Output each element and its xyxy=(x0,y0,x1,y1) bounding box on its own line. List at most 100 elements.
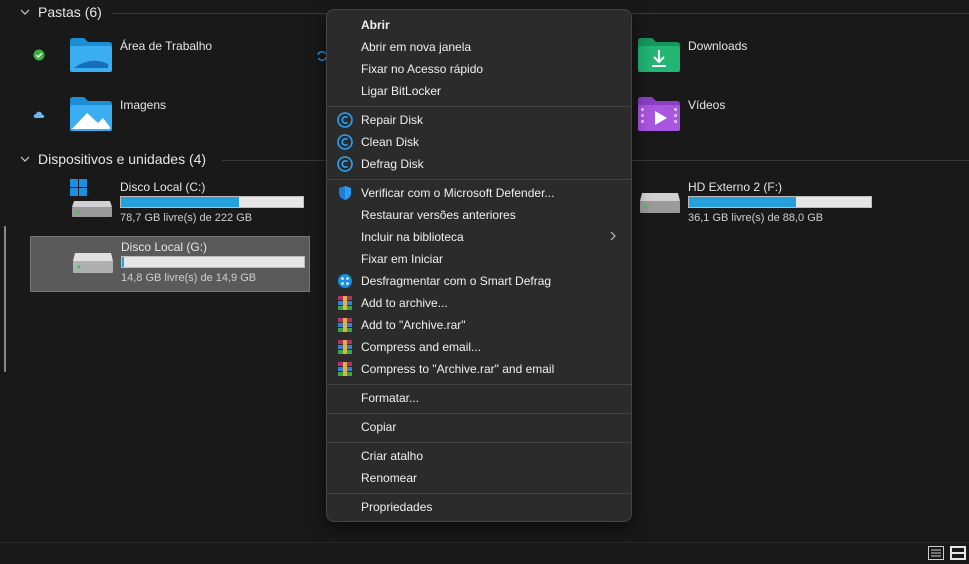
drive-name: HD Externo 2 (F:) xyxy=(688,180,783,194)
drive-usage-fill xyxy=(121,197,240,207)
menu-separator xyxy=(327,442,631,443)
copyright-disk-icon xyxy=(337,112,353,128)
pictures-folder-icon xyxy=(70,97,112,131)
menu-item-formatar[interactable]: Formatar... xyxy=(331,387,627,409)
desktop-folder-icon xyxy=(70,38,112,72)
chevron-right-icon xyxy=(610,231,616,241)
winrar-icon xyxy=(338,340,352,354)
menu-item-compress-email[interactable]: Compress and email... xyxy=(331,336,627,358)
folder-label: Vídeos xyxy=(688,98,726,112)
menu-item-label: Verificar com o Microsoft Defender... xyxy=(361,186,555,200)
menu-item-label: Copiar xyxy=(361,420,397,434)
menu-item-compress-rar-email[interactable]: Compress to "Archive.rar" and email xyxy=(331,358,627,380)
menu-item-renomear[interactable]: Renomear xyxy=(331,467,627,489)
menu-item-label: Renomear xyxy=(361,471,418,485)
windows-drive-icon xyxy=(70,179,112,217)
drive-name: Disco Local (C:) xyxy=(120,180,206,194)
context-menu: Abrir Abrir em nova janela Fixar no Aces… xyxy=(326,9,632,522)
drive-item-f[interactable]: HD Externo 2 (F:) 36,1 GB livre(s) de 88… xyxy=(598,177,878,233)
drive-item-c[interactable]: Disco Local (C:) 78,7 GB livre(s) de 222… xyxy=(30,177,310,233)
menu-item-smart-defrag[interactable]: Desfragmentar com o Smart Defrag xyxy=(331,270,627,292)
folder-label: Downloads xyxy=(688,39,748,53)
tiles-view-icon[interactable] xyxy=(950,546,966,560)
menu-item-label: Abrir xyxy=(361,18,390,32)
menu-separator xyxy=(327,493,631,494)
menu-item-restaurar-versoes[interactable]: Restaurar versões anteriores xyxy=(331,204,627,226)
menu-item-label: Compress to "Archive.rar" and email xyxy=(361,362,555,376)
group-header-devices[interactable]: Dispositivos e unidades (4) xyxy=(20,151,206,167)
folder-label: Imagens xyxy=(120,98,167,112)
menu-separator xyxy=(327,384,631,385)
menu-item-label: Desfragmentar com o Smart Defrag xyxy=(361,274,552,288)
menu-item-fixar-iniciar[interactable]: Fixar em Iniciar xyxy=(331,248,627,270)
divider xyxy=(112,13,326,14)
drive-usage-bar xyxy=(121,256,305,268)
menu-item-repair-disk[interactable]: Repair Disk xyxy=(331,109,627,131)
menu-item-clean-disk[interactable]: Clean Disk xyxy=(331,131,627,153)
menu-item-label: Fixar no Acesso rápido xyxy=(361,62,484,76)
menu-separator xyxy=(327,106,631,107)
menu-item-copiar[interactable]: Copiar xyxy=(331,416,627,438)
menu-item-add-rar[interactable]: Add to "Archive.rar" xyxy=(331,314,627,336)
drive-free-space: 14,8 GB livre(s) de 14,9 GB xyxy=(121,272,257,284)
drive-free-space: 36,1 GB livre(s) de 88,0 GB xyxy=(688,212,824,224)
menu-item-label: Propriedades xyxy=(361,500,433,514)
downloads-folder-icon xyxy=(638,38,680,72)
winrar-icon xyxy=(338,362,352,376)
group-title: Dispositivos e unidades (4) xyxy=(38,151,207,167)
drive-free-space: 78,7 GB livre(s) de 222 GB xyxy=(120,212,253,224)
menu-item-label: Ligar BitLocker xyxy=(361,84,442,98)
chevron-down-icon xyxy=(20,156,30,162)
status-bar xyxy=(0,542,969,564)
menu-item-defender[interactable]: Verificar com o Microsoft Defender... xyxy=(331,182,627,204)
cloud-icon xyxy=(33,111,45,118)
menu-item-label: Clean Disk xyxy=(361,135,420,149)
folder-item-desktop[interactable]: Área de Trabalho xyxy=(70,38,212,72)
drive-name: Disco Local (G:) xyxy=(121,240,208,254)
menu-item-label: Abrir em nova janela xyxy=(361,40,472,54)
drive-usage-fill xyxy=(122,257,124,267)
synced-check-icon xyxy=(33,49,45,61)
divider xyxy=(632,160,969,161)
menu-item-label: Defrag Disk xyxy=(361,157,424,171)
menu-item-incluir-biblioteca[interactable]: Incluir na biblioteca xyxy=(331,226,627,248)
menu-item-label: Fixar em Iniciar xyxy=(361,252,444,266)
winrar-icon xyxy=(338,296,352,310)
divider xyxy=(632,13,969,14)
folder-label: Área de Trabalho xyxy=(120,39,213,53)
menu-separator xyxy=(327,413,631,414)
folder-item-pictures[interactable]: Imagens xyxy=(70,97,166,131)
videos-folder-icon xyxy=(638,97,680,131)
drive-icon xyxy=(640,193,680,213)
menu-item-label: Add to archive... xyxy=(361,296,448,310)
folder-item-videos[interactable]: Vídeos xyxy=(638,97,725,131)
menu-item-label: Incluir na biblioteca xyxy=(361,230,464,244)
drive-icon xyxy=(73,253,113,273)
menu-item-defrag-disk[interactable]: Defrag Disk xyxy=(331,153,627,175)
shield-icon xyxy=(339,186,351,200)
menu-item-ligar-bitlocker[interactable]: Ligar BitLocker xyxy=(331,80,627,102)
menu-item-label: Restaurar versões anteriores xyxy=(361,208,516,222)
drive-usage-fill xyxy=(689,197,797,207)
copyright-disk-icon xyxy=(337,134,353,150)
smart-defrag-icon xyxy=(338,274,352,288)
drive-item-g[interactable]: Disco Local (G:) 14,8 GB livre(s) de 14,… xyxy=(30,236,310,292)
menu-item-abrir-nova-janela[interactable]: Abrir em nova janela xyxy=(331,36,627,58)
group-header-folders[interactable]: Pastas (6) xyxy=(20,4,102,20)
menu-item-label: Criar atalho xyxy=(361,449,424,463)
drive-usage-bar xyxy=(688,196,872,208)
menu-item-fixar-acesso-rapido[interactable]: Fixar no Acesso rápido xyxy=(331,58,627,80)
menu-item-criar-atalho[interactable]: Criar atalho xyxy=(331,445,627,467)
chevron-down-icon xyxy=(20,9,30,15)
winrar-icon xyxy=(338,318,352,332)
menu-item-label: Repair Disk xyxy=(361,113,424,127)
menu-item-abrir[interactable]: Abrir xyxy=(331,14,627,36)
details-view-icon[interactable] xyxy=(928,546,944,560)
menu-item-label: Compress and email... xyxy=(361,340,482,354)
folder-item-downloads[interactable]: Downloads xyxy=(638,38,747,72)
menu-item-add-archive[interactable]: Add to archive... xyxy=(331,292,627,314)
scrollbar[interactable] xyxy=(4,226,6,372)
menu-item-propriedades[interactable]: Propriedades xyxy=(331,496,627,518)
drive-usage-bar xyxy=(120,196,304,208)
copyright-disk-icon xyxy=(337,156,353,172)
